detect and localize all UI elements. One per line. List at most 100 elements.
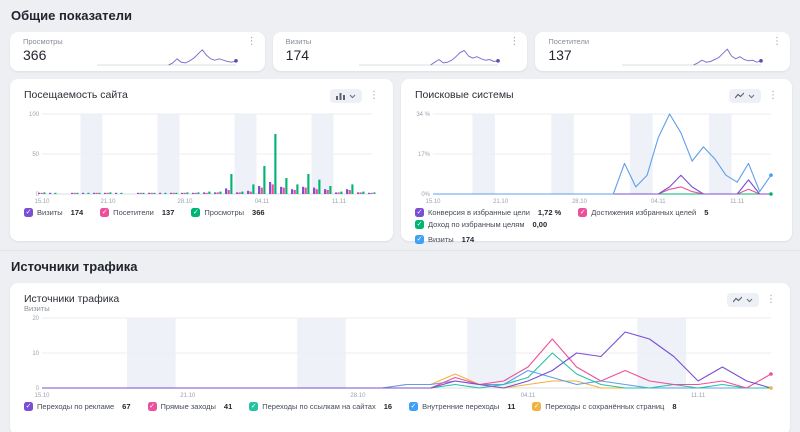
- checkbox-icon[interactable]: ✓: [415, 220, 424, 229]
- checkbox-icon[interactable]: ✓: [24, 402, 33, 411]
- legend-label: Визиты: [37, 208, 63, 217]
- kpi-row: Просмотры 366 ⋮ Визиты 174 ⋮ Посетители …: [10, 32, 790, 71]
- checkbox-icon[interactable]: ✓: [532, 402, 541, 411]
- kebab-menu-icon[interactable]: ⋮: [509, 37, 519, 47]
- svg-text:04.11: 04.11: [651, 199, 666, 205]
- svg-text:04.11: 04.11: [255, 199, 270, 205]
- chart-type-selector[interactable]: [729, 89, 761, 103]
- legend-item-visitors[interactable]: ✓ Посетители 137: [100, 208, 174, 217]
- legend-item-direct[interactable]: ✓ Прямые заходы 41: [148, 402, 233, 411]
- card-title: Посещаемость сайта: [24, 89, 128, 101]
- legend-value: 8: [672, 402, 676, 411]
- traffic-sources-card: Источники трафика Визиты ⋮ 0102015.1021.…: [10, 283, 790, 432]
- kpi-value: 174: [286, 47, 309, 63]
- kpi-label: Просмотры: [23, 37, 63, 46]
- card-title: Поисковые системы: [415, 89, 514, 101]
- legend-label: Визиты: [428, 235, 454, 244]
- section-title-sources: Источники трафика: [11, 259, 790, 274]
- legend-value: 366: [252, 208, 265, 217]
- svg-text:100: 100: [29, 112, 40, 118]
- section-divider: [0, 250, 800, 251]
- svg-text:21.10: 21.10: [100, 199, 116, 205]
- views-sparkline: [95, 42, 243, 68]
- kebab-menu-icon[interactable]: ⋮: [247, 37, 257, 47]
- svg-text:50: 50: [32, 152, 39, 158]
- visits-sparkline: [357, 42, 505, 68]
- legend-item-revenue[interactable]: ✓ Доход по избранным целям 0,00: [415, 220, 547, 229]
- legend-item-visits[interactable]: ✓ Визиты 174: [24, 208, 83, 217]
- search-engines-card: Поисковые системы ⋮ 0%17%34 %15.1021.102…: [401, 79, 792, 241]
- checkbox-icon[interactable]: ✓: [100, 208, 109, 217]
- svg-text:04.11: 04.11: [521, 393, 536, 399]
- checkbox-icon[interactable]: ✓: [249, 402, 258, 411]
- legend-value: 174: [462, 235, 475, 244]
- traffic-sources-legend: ✓ Переходы по рекламе 67 ✓ Прямые заходы…: [24, 402, 776, 411]
- legend-value: 1,72 %: [538, 208, 561, 217]
- legend-item-ads[interactable]: ✓ Переходы по рекламе 67: [24, 402, 131, 411]
- section-title-overview: Общие показатели: [11, 8, 790, 23]
- svg-text:21.10: 21.10: [493, 199, 509, 205]
- line-chart-icon: [733, 296, 742, 304]
- legend-value: 11: [507, 402, 515, 411]
- svg-text:10: 10: [32, 351, 39, 357]
- svg-text:20: 20: [32, 316, 39, 322]
- checkbox-icon[interactable]: ✓: [24, 208, 33, 217]
- legend-item-site-links[interactable]: ✓ Переходы по ссылкам на сайтах 16: [249, 402, 392, 411]
- site-traffic-card: Посещаемость сайта ⋮ 05010015.1021.1028.…: [10, 79, 393, 241]
- svg-text:28.10: 28.10: [572, 199, 588, 205]
- kpi-card-views[interactable]: Просмотры 366 ⋮: [10, 32, 265, 71]
- chart-type-selector[interactable]: [727, 293, 759, 307]
- kpi-value: 137: [548, 47, 571, 63]
- kpi-value: 366: [23, 47, 46, 63]
- kebab-menu-icon[interactable]: ⋮: [766, 295, 776, 305]
- chevron-down-icon: [748, 94, 755, 99]
- kebab-menu-icon[interactable]: ⋮: [369, 91, 379, 101]
- legend-item-internal[interactable]: ✓ Внутренние переходы 11: [409, 402, 515, 411]
- checkbox-icon[interactable]: ✓: [191, 208, 200, 217]
- checkbox-icon[interactable]: ✓: [409, 402, 418, 411]
- legend-label: Посетители: [113, 208, 154, 217]
- kpi-card-visitors[interactable]: Посетители 137 ⋮: [535, 32, 790, 71]
- legend-item-visits[interactable]: ✓ Визиты 174: [415, 235, 474, 244]
- visitors-sparkline: [620, 42, 768, 68]
- legend-value: 67: [122, 402, 130, 411]
- legend-label: Просмотры: [204, 208, 244, 217]
- chart-type-selector[interactable]: [330, 89, 362, 103]
- kebab-menu-icon[interactable]: ⋮: [772, 37, 782, 47]
- legend-value: 16: [384, 402, 392, 411]
- legend-value: 41: [224, 402, 232, 411]
- svg-text:11.11: 11.11: [332, 199, 347, 205]
- legend-item-saved-pages[interactable]: ✓ Переходы с сохранённых страниц 8: [532, 402, 676, 411]
- svg-text:0%: 0%: [421, 192, 430, 198]
- legend-value: 0,00: [533, 220, 548, 229]
- checkbox-icon[interactable]: ✓: [148, 402, 157, 411]
- legend-value: 137: [162, 208, 175, 217]
- kpi-label: Посетители: [548, 37, 589, 46]
- legend-item-conversion[interactable]: ✓ Конверсия в избранные цели 1,72 %: [415, 208, 561, 217]
- checkbox-icon[interactable]: ✓: [415, 208, 424, 217]
- legend-item-goals[interactable]: ✓ Достижения избранных целей 5: [578, 208, 708, 217]
- checkbox-icon[interactable]: ✓: [415, 235, 424, 244]
- legend-label: Переходы по рекламе: [37, 402, 114, 411]
- kpi-card-visits[interactable]: Визиты 174 ⋮: [273, 32, 528, 71]
- kebab-menu-icon[interactable]: ⋮: [768, 91, 778, 101]
- legend-label: Доход по избранным целям: [428, 220, 525, 229]
- legend-item-views[interactable]: ✓ Просмотры 366: [191, 208, 264, 217]
- svg-text:28.10: 28.10: [177, 199, 193, 205]
- search-engines-legend: ✓ Конверсия в избранные цели 1,72 % ✓ До…: [415, 208, 778, 244]
- kpi-label: Визиты: [286, 37, 312, 46]
- checkbox-icon[interactable]: ✓: [578, 208, 587, 217]
- legend-value: 5: [704, 208, 708, 217]
- svg-text:15.10: 15.10: [34, 199, 50, 205]
- site-traffic-legend: ✓ Визиты 174 ✓ Посетители 137 ✓ Просмотр…: [24, 208, 379, 217]
- svg-text:17%: 17%: [418, 152, 431, 158]
- charts-row: Посещаемость сайта ⋮ 05010015.1021.1028.…: [10, 79, 790, 241]
- svg-text:15.10: 15.10: [34, 393, 50, 399]
- card-subtitle: Визиты: [24, 304, 119, 313]
- svg-text:0: 0: [36, 386, 40, 392]
- chevron-down-icon: [746, 298, 753, 303]
- svg-text:34 %: 34 %: [416, 112, 430, 118]
- legend-label: Конверсия в избранные цели: [428, 208, 530, 217]
- legend-label: Переходы с сохранённых страниц: [545, 402, 664, 411]
- legend-label: Переходы по ссылкам на сайтах: [262, 402, 375, 411]
